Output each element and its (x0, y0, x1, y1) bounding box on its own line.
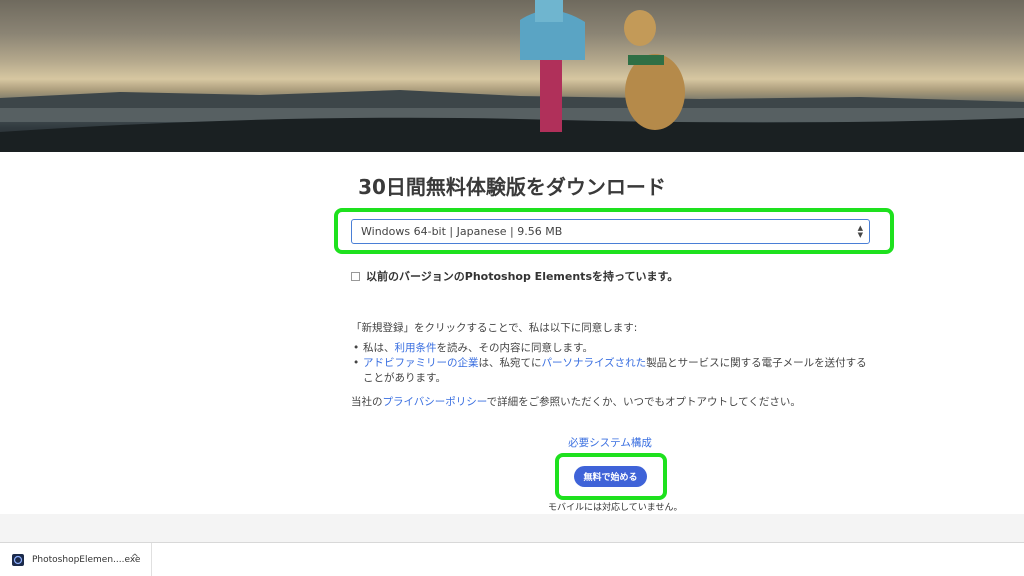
installer-icon (12, 554, 24, 566)
terms-intro: 「新規登録」をクリックすることで、私は以下に同意します: (351, 322, 638, 334)
previous-version-checkbox[interactable] (351, 271, 360, 281)
terms-text: を読み、その内容に同意します。 (436, 342, 593, 354)
terms-section: 「新規登録」をクリックすることで、私は以下に同意します: • 私は、利用条件を読… (351, 321, 871, 410)
footer-band (0, 514, 1024, 542)
privacy-text: で詳細をご参照いただくか、いつでもオプトアウトしてください。 (486, 396, 801, 408)
download-file-name: PhotoshopElemen....exe (32, 555, 141, 565)
download-version-select[interactable]: Windows 64-bit | Japanese | 9.56 MB ▲ ▼ (351, 219, 870, 244)
terms-item: • 私は、利用条件を読み、その内容に同意します。 (353, 341, 871, 356)
download-shelf: PhotoshopElemen....exe ^ (0, 542, 1024, 576)
chevron-up-icon[interactable]: ^ (131, 553, 139, 564)
select-arrows-icon: ▲ ▼ (857, 224, 863, 239)
download-version-value: Windows 64-bit | Japanese | 9.56 MB (361, 225, 563, 238)
bullet: • (353, 357, 360, 369)
previous-version-row[interactable]: 以前のバージョンのPhotoshop Elementsを持っています。 (351, 268, 678, 284)
adobe-family-link[interactable]: アドビファミリーの企業 (363, 357, 479, 369)
hero-image (0, 0, 1024, 152)
system-requirements-link[interactable]: 必要システム構成 (0, 435, 1024, 450)
privacy-policy-link[interactable]: プライバシーポリシー (383, 396, 487, 408)
page-title: 30日間無料体験版をダウンロード (358, 175, 666, 199)
bullet: • (353, 342, 360, 354)
start-free-button[interactable]: 無料で始める (574, 466, 647, 487)
personalized-link[interactable]: パーソナライズされた (542, 357, 647, 369)
terms-of-use-link[interactable]: 利用条件 (395, 342, 437, 354)
terms-text: 私は、 (363, 342, 395, 354)
download-item[interactable]: PhotoshopElemen....exe ^ (0, 543, 152, 576)
mobile-note: モバイルには対応していません。 (548, 503, 683, 513)
terms-list: • 私は、利用条件を読み、その内容に同意します。 • アドビファミリーの企業は、… (351, 341, 871, 386)
terms-text: は、私宛てに (478, 357, 542, 369)
previous-version-label: 以前のバージョンのPhotoshop Elementsを持っています。 (366, 270, 679, 283)
terms-item: • アドビファミリーの企業は、私宛てにパーソナライズされた製品とサービスに関する… (353, 356, 871, 386)
hero-banner (0, 0, 1024, 152)
privacy-line: 当社のプライバシーポリシーで詳細をご参照いただくか、いつでもオプトアウトしてくだ… (351, 395, 871, 410)
privacy-text: 当社の (351, 396, 383, 408)
